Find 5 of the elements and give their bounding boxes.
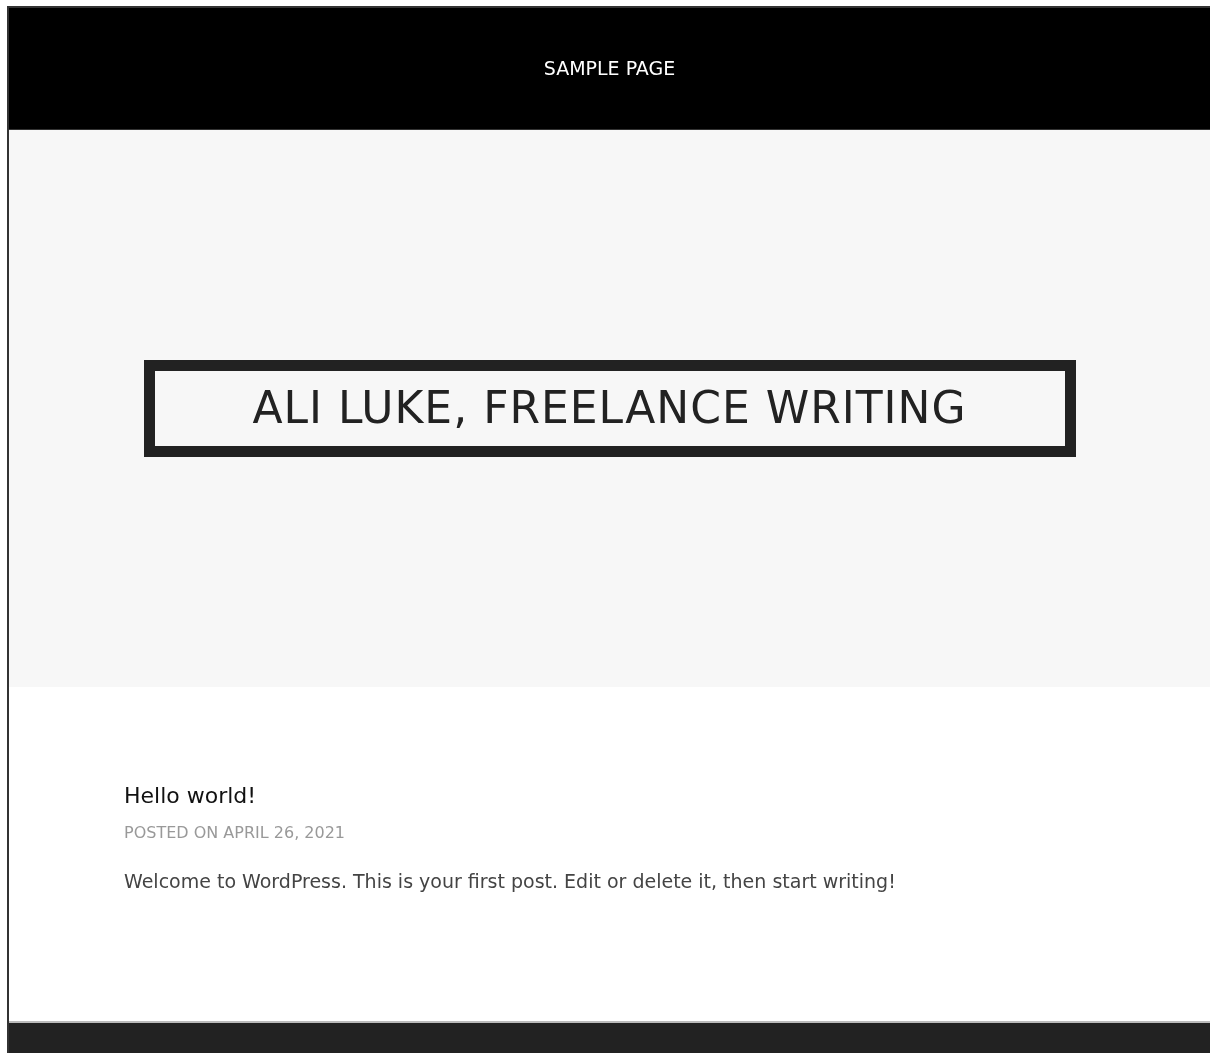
post-date: POSTED ON APRIL 26, 2021 bbox=[124, 822, 346, 845]
menu-link[interactable]: SAMPLE PAGE bbox=[543, 54, 676, 83]
site-title: ALI LUKE, FREELANCE WRITING bbox=[143, 360, 1076, 457]
post-excerpt: Welcome to WordPress. This is your first post. Edit or delete it, then start writing! bbox=[124, 869, 897, 895]
post-title[interactable]: Hello world! bbox=[124, 783, 1210, 810]
